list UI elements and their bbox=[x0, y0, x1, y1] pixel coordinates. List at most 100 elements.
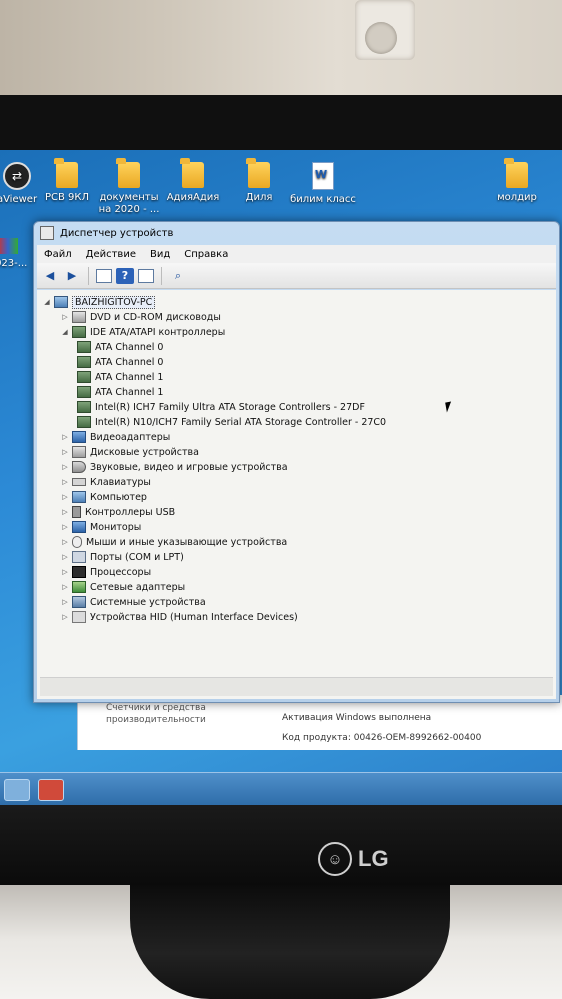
tree-node-label: DVD и CD-ROM дисководы bbox=[90, 311, 221, 323]
expand-icon[interactable]: ▷ bbox=[61, 493, 69, 501]
properties-icon[interactable] bbox=[96, 268, 112, 283]
tree-device[interactable]: ATA Channel 0 bbox=[77, 340, 163, 354]
monitor-bezel-bottom bbox=[0, 805, 562, 885]
expand-icon[interactable]: ▷ bbox=[61, 508, 69, 516]
tree-root[interactable]: ◢ BAIZHIGITOV-PC bbox=[43, 295, 156, 309]
expand-icon[interactable]: ▷ bbox=[61, 448, 69, 456]
monitor-stand bbox=[130, 885, 450, 999]
lg-logo: ☺ LG bbox=[318, 842, 408, 876]
wall bbox=[0, 0, 562, 100]
tree-category[interactable]: ▷ Устройства HID (Human Interface Devices… bbox=[61, 610, 298, 624]
title-bar[interactable]: Диспетчер устройств bbox=[34, 222, 559, 244]
desktop-screen: ⇄ aViewer РСВ 9КЛ документы на 2020 - ..… bbox=[0, 150, 562, 805]
tree-category[interactable]: ▷ Видеоадаптеры bbox=[61, 430, 170, 444]
tree-category[interactable]: ▷ Звуковые, видео и игровые устройства bbox=[61, 460, 288, 474]
tree-category[interactable]: ▷ Мониторы bbox=[61, 520, 141, 534]
tree-category[interactable]: ▷ Порты (COM и LPT) bbox=[61, 550, 184, 564]
horizontal-scrollbar[interactable] bbox=[40, 677, 553, 696]
expand-icon[interactable]: ▷ bbox=[61, 463, 69, 471]
tree-node-label: Контроллеры USB bbox=[85, 506, 176, 518]
tree-device[interactable]: Intel(R) N10/ICH7 Family Serial ATA Stor… bbox=[77, 415, 386, 429]
desktop-icon-label: молдир bbox=[497, 192, 537, 203]
device-manager-icon bbox=[40, 226, 54, 240]
collapse-icon[interactable]: ◢ bbox=[43, 298, 51, 306]
sound-icon bbox=[72, 461, 86, 473]
folder-icon bbox=[246, 158, 270, 188]
folder-icon bbox=[54, 158, 78, 188]
tree-category[interactable]: ▷ Сетевые адаптеры bbox=[61, 580, 185, 594]
menu-help[interactable]: Справка bbox=[177, 249, 235, 260]
tree-node-label: Компьютер bbox=[90, 491, 147, 503]
desktop-icon-rsv[interactable]: РСВ 9КЛ bbox=[32, 158, 102, 204]
tree-node-label: Звуковые, видео и игровые устройства bbox=[90, 461, 288, 473]
back-icon[interactable]: ◀ bbox=[41, 268, 59, 284]
desktop-icon-dilya[interactable]: Диля bbox=[224, 158, 294, 204]
expand-icon[interactable]: ▷ bbox=[61, 613, 69, 621]
desktop-icon-moldir[interactable]: молдир bbox=[482, 158, 552, 204]
help-icon[interactable]: ? bbox=[116, 267, 134, 284]
expand-icon[interactable]: ▷ bbox=[61, 523, 69, 531]
tree-node-label: ATA Channel 0 bbox=[95, 356, 164, 368]
toolbar-separator bbox=[161, 266, 162, 285]
tree-device[interactable]: ATA Channel 1 bbox=[77, 370, 163, 384]
desktop-icon-label: документы на 2020 - ... bbox=[98, 192, 160, 215]
forward-icon[interactable]: ▶ bbox=[63, 268, 81, 284]
tree-category[interactable]: ▷ Компьютер bbox=[61, 490, 147, 504]
menu-action[interactable]: Действие bbox=[79, 249, 143, 260]
toolbar: ◀ ▶ ? ⌕ bbox=[37, 263, 556, 289]
expand-icon[interactable]: ▷ bbox=[61, 553, 69, 561]
computer-icon bbox=[54, 296, 68, 308]
expand-icon[interactable]: ▷ bbox=[61, 433, 69, 441]
tree-category[interactable]: ▷ DVD и CD-ROM дисководы bbox=[61, 310, 221, 324]
expand-icon[interactable]: ▷ bbox=[61, 538, 69, 546]
monitor-brand: LG bbox=[358, 846, 389, 871]
menu-view[interactable]: Вид bbox=[143, 249, 177, 260]
tree-category[interactable]: ▷ Дисковые устройства bbox=[61, 445, 199, 459]
collapse-icon[interactable]: ◢ bbox=[61, 328, 69, 336]
tree-node-label: ATA Channel 0 bbox=[95, 341, 164, 353]
view-icon[interactable] bbox=[138, 268, 154, 283]
display-icon bbox=[72, 431, 86, 443]
card-icon bbox=[72, 326, 86, 338]
device-manager-window: Диспетчер устройств Файл Действие Вид Сп… bbox=[33, 221, 560, 703]
desktop-icon-adiya[interactable]: АдияАдия bbox=[158, 158, 228, 204]
cpu-icon bbox=[72, 566, 86, 578]
taskbar-button-explorer[interactable] bbox=[4, 779, 30, 801]
tree-category[interactable]: ▷ Мыши и иные указывающие устройства bbox=[61, 535, 287, 549]
tree-node-label: Клавиатуры bbox=[90, 476, 151, 488]
tree-node-label: Intel(R) ICH7 Family Ultra ATA Storage C… bbox=[95, 401, 365, 413]
performance-link[interactable]: Счетчики и средства производительности bbox=[106, 702, 216, 726]
drive-icon bbox=[72, 311, 86, 323]
folder-icon bbox=[180, 158, 204, 188]
tree-category[interactable]: ▷ Процессоры bbox=[61, 565, 151, 579]
activation-status: Активация Windows выполнена bbox=[282, 713, 432, 723]
tree-device[interactable]: Intel(R) ICH7 Family Ultra ATA Storage C… bbox=[77, 400, 365, 414]
tree-category[interactable]: ▷ Системные устройства bbox=[61, 595, 206, 609]
desktop-icon-documents[interactable]: документы на 2020 - ... bbox=[94, 158, 164, 216]
taskbar-button-app[interactable] bbox=[38, 779, 64, 801]
tree-category[interactable]: ▷ Клавиатуры bbox=[61, 475, 151, 489]
desktop-icon-bilim-klass[interactable]: билим класс bbox=[288, 162, 358, 206]
toolbar-separator bbox=[88, 266, 89, 285]
expand-icon[interactable]: ▷ bbox=[61, 478, 69, 486]
tree-node-label: Видеоадаптеры bbox=[90, 431, 171, 443]
display-icon bbox=[72, 521, 86, 533]
usb-icon bbox=[72, 506, 81, 518]
desktop-icon-label: 2023-... bbox=[0, 258, 28, 269]
expand-icon[interactable]: ▷ bbox=[61, 568, 69, 576]
scan-hardware-icon[interactable]: ⌕ bbox=[169, 268, 187, 284]
tree-device[interactable]: ATA Channel 1 bbox=[77, 385, 163, 399]
expand-icon[interactable]: ▷ bbox=[61, 598, 69, 606]
tree-category[interactable]: ▷ Контроллеры USB bbox=[61, 505, 175, 519]
card-icon bbox=[77, 386, 91, 398]
card-icon bbox=[77, 341, 91, 353]
tree-node-label: Дисковые устройства bbox=[90, 446, 199, 458]
expand-icon[interactable]: ▷ bbox=[61, 313, 69, 321]
desktop-icon-label: Диля bbox=[245, 192, 273, 203]
expand-icon[interactable]: ▷ bbox=[61, 583, 69, 591]
hid-icon bbox=[72, 611, 86, 623]
tree-node-label: Системные устройства bbox=[90, 596, 206, 608]
menu-file[interactable]: Файл bbox=[37, 249, 79, 260]
tree-category[interactable]: ◢ IDE ATA/ATAPI контроллеры bbox=[61, 325, 225, 339]
tree-device[interactable]: ATA Channel 0 bbox=[77, 355, 163, 369]
